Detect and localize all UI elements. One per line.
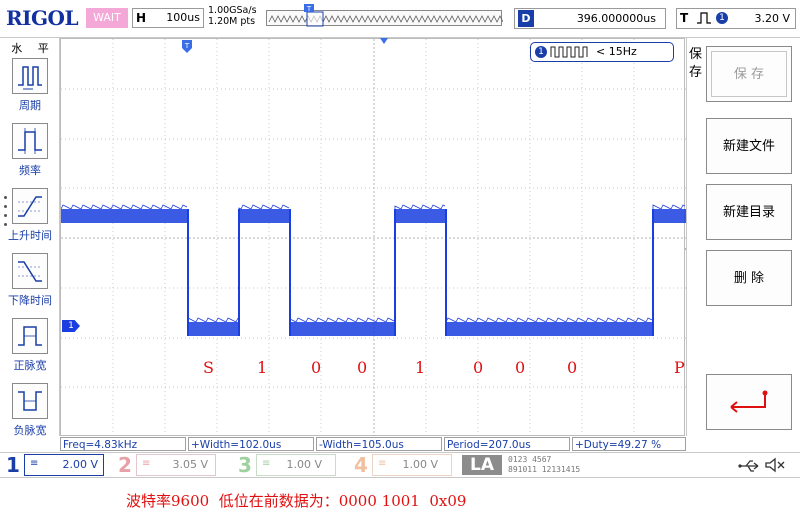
waveform-display[interactable] (60, 38, 686, 437)
logic-analyzer-bits-bottom: 891011 12131415 (508, 465, 581, 474)
rise-time-icon (18, 196, 42, 217)
return-arrow-icon (730, 390, 768, 413)
counter-value: < 15Hz (596, 45, 637, 58)
channel-4-scale: 1.00 V (402, 458, 438, 471)
measurement-period[interactable]: Period=207.0us (444, 437, 570, 451)
save-menu-title: 保存 (689, 47, 703, 80)
trace-noise-edge (187, 317, 239, 323)
bit-label: 0 (515, 358, 526, 377)
measurement-negative-width[interactable]: -Width=105.0us (316, 437, 442, 451)
delete-button-label: 删 除 (733, 271, 765, 286)
measure-fall-time-label: 下降时间 (8, 294, 52, 307)
bit-label: 1 (415, 358, 426, 377)
sample-rate: 1.00GSa/s (208, 5, 257, 16)
measurement-positive-width[interactable]: +Width=102.0us (188, 437, 314, 451)
new-file-button[interactable]: 新建文件 (706, 118, 792, 174)
channel-1-coupling-icon: ≡ (30, 458, 39, 469)
channel-2-scale: 3.05 V (172, 458, 208, 471)
trigger-channel-badge: 1 (716, 12, 728, 24)
trace-noise-edge (61, 204, 188, 210)
counter-wave-icon (550, 46, 588, 58)
trace-level-segment (239, 209, 290, 223)
bit-label: 0 (473, 358, 484, 377)
channel-4-number[interactable]: 4 (352, 453, 370, 477)
period-icon (18, 66, 42, 90)
logic-analyzer-bits-top: 0123 4567 (508, 455, 552, 464)
trace-level-segment (188, 322, 239, 336)
memory-overview-graphic (268, 11, 504, 27)
memory-depth: 1.20M pts (208, 16, 256, 27)
brand-logo: RIGOL (6, 6, 79, 30)
timebase-value: 100us (166, 11, 200, 24)
logic-analyzer-bits: 0123 4567 891011 12131415 (508, 455, 598, 475)
positive-width-icon (18, 326, 42, 346)
new-folder-button[interactable]: 新建目录 (706, 184, 792, 240)
channel-3-scale: 1.00 V (286, 458, 322, 471)
new-file-button-label: 新建文件 (722, 139, 775, 154)
trace-noise-edge (289, 317, 395, 323)
measure-negative-width-button[interactable] (12, 383, 48, 419)
measure-menu-title: 水 平 (11, 42, 55, 55)
measure-positive-width-label: 正脉宽 (13, 359, 47, 372)
counter-channel-badge: 1 (535, 46, 547, 58)
trace-level-segment (395, 209, 446, 223)
trace-noise-edge (652, 204, 686, 210)
rising-edge-icon (697, 12, 711, 24)
measure-period-label: 周期 (19, 99, 41, 112)
channel-2-number[interactable]: 2 (116, 453, 134, 477)
negative-width-icon (18, 391, 42, 411)
new-folder-button-label: 新建目录 (722, 205, 775, 220)
delete-button[interactable]: 删 除 (706, 250, 792, 306)
bit-label: 0 (567, 358, 578, 377)
fall-time-icon (18, 261, 42, 282)
measure-positive-width-button[interactable] (12, 318, 48, 354)
timebase-letter: H (134, 10, 148, 26)
speaker-muted-icon[interactable] (764, 456, 786, 474)
delay-value: 396.000000us (576, 12, 656, 25)
measurement-frequency[interactable]: Freq=4.83kHz (60, 437, 186, 451)
bit-label: 1 (257, 358, 268, 377)
trigger-time-marker-icon: T (182, 40, 192, 53)
measure-frequency-button[interactable] (12, 123, 48, 159)
trace-level-segment (290, 322, 395, 336)
frequency-icon (18, 128, 42, 154)
annotation-caption: 波特率9600 低位在前数据为：0000 1001 0x09 (126, 492, 467, 510)
trigger-level: 3.20 V (754, 12, 790, 25)
trigger-letter: T (680, 11, 689, 25)
waveform-grid (61, 39, 686, 437)
bit-label: S (203, 358, 214, 377)
memory-overview-strip[interactable] (266, 10, 504, 27)
svg-text:T: T (306, 5, 312, 13)
bit-label: P (674, 358, 685, 377)
svg-text:T: T (184, 42, 190, 50)
measure-fall-time-button[interactable] (12, 253, 48, 289)
run-status-badge[interactable]: WAIT (86, 8, 128, 28)
measure-rise-time-button[interactable] (12, 188, 48, 224)
measurement-duty[interactable]: +Duty=49.27 % (572, 437, 686, 451)
trace-noise-edge (238, 204, 290, 210)
save-button[interactable]: 保 存 (706, 46, 792, 102)
measure-negative-width-label: 负脉宽 (13, 424, 47, 437)
trace-noise-edge (445, 317, 653, 323)
trigger-position-marker-icon: T (304, 4, 314, 13)
logic-analyzer-button[interactable]: LA (462, 455, 502, 475)
trace-level-segment (61, 209, 188, 223)
measure-period-button[interactable] (12, 58, 48, 94)
channel-1-number[interactable]: 1 (4, 453, 22, 477)
measure-rise-time-label: 上升时间 (8, 229, 52, 242)
trace-noise-edge (394, 204, 446, 210)
bit-label: 0 (357, 358, 368, 377)
channel-3-number[interactable]: 3 (236, 453, 254, 477)
return-button[interactable] (706, 374, 792, 430)
screen-center-marker-icon (380, 38, 388, 44)
delay-letter: D (518, 10, 534, 27)
trace-level-segment (653, 209, 686, 223)
usb-icon (738, 460, 759, 472)
trace-level-segment (446, 322, 653, 336)
bit-label: 0 (311, 358, 322, 377)
channel-1-scale: 2.00 V (62, 458, 98, 471)
measure-frequency-label: 频率 (19, 164, 41, 177)
